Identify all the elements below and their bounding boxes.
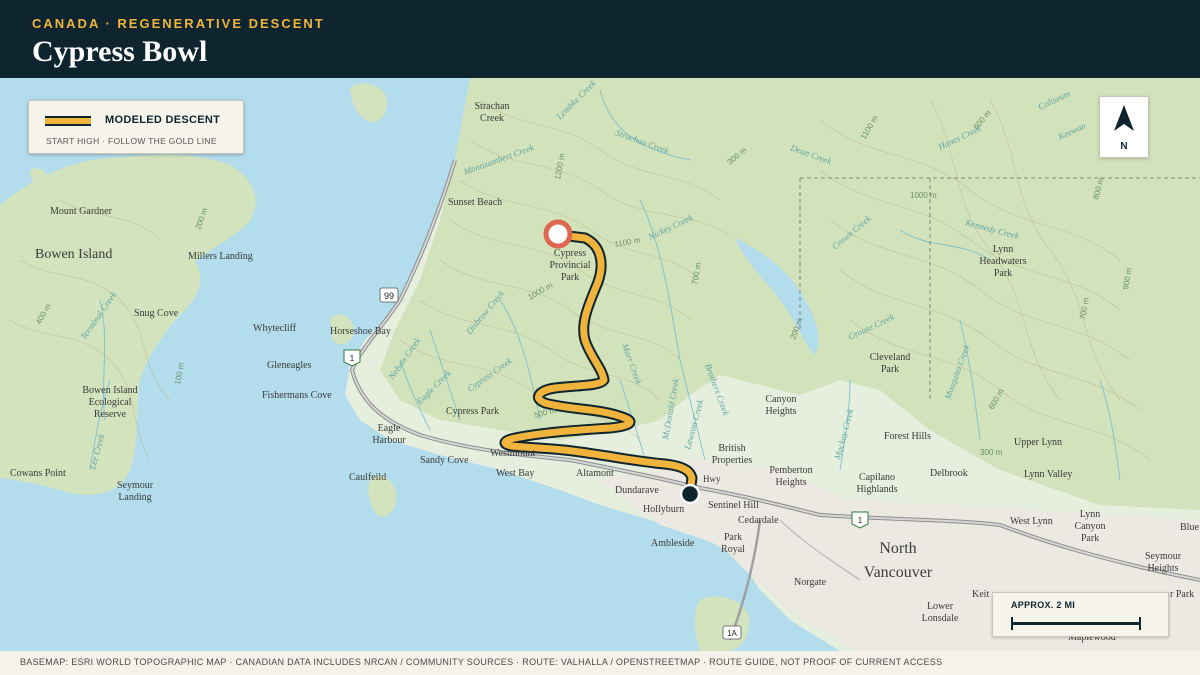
- label-seymour-heights-2: Heights: [1147, 563, 1178, 574]
- hwy-99-label: 99: [384, 291, 394, 301]
- label-strachan-creek-2: Creek: [480, 113, 504, 124]
- map-legend: MODELED DESCENT START HIGH · FOLLOW THE …: [28, 100, 244, 154]
- legend-label: MODELED DESCENT: [105, 114, 221, 126]
- label-cleveland-1: Cleveland: [870, 352, 911, 363]
- label-bowen-eco-3: Reserve: [94, 409, 127, 420]
- label-blue: Blue: [1180, 522, 1199, 533]
- page-title: Cypress Bowl: [32, 35, 208, 68]
- attribution-footer: BASEMAP: ESRI WORLD TOPOGRAPHIC MAP · CA…: [0, 651, 1200, 675]
- label-gleneagles: Gleneagles: [267, 360, 312, 371]
- label-cypress-prov-2: Provincial: [549, 260, 590, 271]
- hwy-1-label: 1: [350, 354, 355, 363]
- hwy-1a-shield: 1A: [722, 625, 742, 640]
- label-snug-cove: Snug Cove: [134, 308, 179, 319]
- label-millers-landing: Millers Landing: [188, 251, 253, 262]
- map-canvas[interactable]: 99 1 1 1A Bowen Island Mount Gardner Mil…: [0, 78, 1200, 651]
- label-bowen-island: Bowen Island: [35, 247, 112, 262]
- label-hwy: Hwy: [703, 474, 721, 484]
- label-west-lynn: West Lynn: [1010, 516, 1053, 527]
- label-whytecliff: Whytecliff: [253, 323, 297, 334]
- label-keith: Keit: [972, 589, 989, 600]
- label-cypress-prov-3: Park: [561, 272, 579, 283]
- label-sentinel-hill: Sentinel Hill: [708, 500, 759, 511]
- label-eagle-harbour-2: Harbour: [372, 435, 406, 446]
- label-altamont: Altamont: [576, 468, 614, 479]
- scale-bar: [1011, 617, 1141, 630]
- label-capilano-1: Capilano: [859, 472, 895, 483]
- label-cypress-prov-1: Cypress: [554, 248, 586, 259]
- label-horseshoe-bay: Horseshoe Bay: [330, 326, 391, 337]
- label-west-bay: West Bay: [496, 468, 534, 479]
- label-ambleside: Ambleside: [651, 538, 695, 549]
- label-british-props-2: Properties: [712, 455, 753, 466]
- label-forest-hills: Forest Hills: [884, 431, 931, 442]
- north-arrow-letter: N: [1120, 141, 1128, 152]
- label-lynn-hw-3: Park: [994, 268, 1012, 279]
- label-canyon-heights-2: Heights: [765, 406, 796, 417]
- label-dundarave: Dundarave: [615, 485, 659, 496]
- hwy-1-shield-east: 1: [851, 511, 869, 529]
- label-seymour-heights-1: Seymour: [1145, 551, 1182, 562]
- legend-subtitle: START HIGH · FOLLOW THE GOLD LINE: [46, 136, 217, 146]
- label-norgate: Norgate: [794, 577, 827, 588]
- contour-label: 300 m: [980, 448, 1003, 457]
- start-marker[interactable]: [543, 219, 573, 249]
- hwy-99-shield: 99: [379, 287, 399, 303]
- hwy-1-east-label: 1: [858, 516, 863, 525]
- end-marker[interactable]: [679, 483, 701, 505]
- north-arrow-icon: [1114, 105, 1134, 131]
- hwy-1-shield: 1: [343, 349, 361, 367]
- label-sandy-cove: Sandy Cove: [420, 455, 469, 466]
- label-cypress-park: Cypress Park: [446, 406, 499, 417]
- legend-route-swatch: [45, 116, 91, 126]
- topographic-map: 99 1 1 1A Bowen Island Mount Gardner Mil…: [0, 78, 1200, 651]
- label-north-vancouver-1: North: [879, 540, 916, 557]
- label-upper-lynn: Upper Lynn: [1014, 437, 1062, 448]
- label-pemberton-1: Pemberton: [769, 465, 812, 476]
- label-fishermans-cove: Fishermans Cove: [262, 390, 332, 401]
- label-lynn-hw-1: Lynn: [993, 244, 1014, 255]
- label-park-royal-2: Royal: [721, 544, 745, 555]
- label-lynn-hw-2: Headwaters: [979, 256, 1026, 267]
- north-arrow: N: [1099, 96, 1149, 158]
- label-british-props-1: British: [718, 443, 745, 454]
- label-seymour-landing-2: Landing: [118, 492, 151, 503]
- header-bar: CANADA · REGENERATIVE DESCENT Cypress Bo…: [0, 0, 1200, 78]
- label-delbrook: Delbrook: [930, 468, 968, 479]
- label-park-royal-1: Park: [724, 532, 742, 543]
- label-lynn-canyon-2: Canyon: [1074, 521, 1105, 532]
- label-lynn-canyon-1: Lynn: [1080, 509, 1101, 520]
- scale-bar-box: APPROX. 2 MI: [992, 592, 1169, 637]
- label-cedardale: Cedardale: [738, 515, 779, 526]
- label-sunset-beach: Sunset Beach: [448, 197, 502, 208]
- label-canyon-heights-1: Canyon: [765, 394, 796, 405]
- label-seymour-park: r Park: [1170, 589, 1194, 600]
- label-lower-lonsdale-2: Lonsdale: [922, 613, 959, 624]
- label-eagle-harbour-1: Eagle: [378, 423, 401, 434]
- label-caulfeild: Caulfeild: [349, 472, 386, 483]
- label-capilano-2: Highlands: [856, 484, 897, 495]
- label-bowen-eco-1: Bowen Island: [82, 385, 137, 396]
- label-seymour-landing-1: Seymour: [117, 480, 154, 491]
- label-strachan-creek-1: Strachan: [475, 101, 510, 112]
- label-cowans-point: Cowans Point: [10, 468, 66, 479]
- label-pemberton-2: Heights: [775, 477, 806, 488]
- label-cleveland-2: Park: [881, 364, 899, 375]
- hwy-1a-label: 1A: [727, 629, 737, 638]
- label-lower-lonsdale-1: Lower: [927, 601, 954, 612]
- label-lynn-valley: Lynn Valley: [1024, 469, 1072, 480]
- label-westmount: Westmount: [490, 448, 536, 459]
- label-bowen-eco-2: Ecological: [89, 397, 132, 408]
- label-lynn-canyon-3: Park: [1081, 533, 1099, 544]
- header-eyebrow: CANADA · REGENERATIVE DESCENT: [32, 16, 325, 31]
- label-hollyburn: Hollyburn: [643, 504, 684, 515]
- label-north-vancouver-2: Vancouver: [864, 564, 933, 581]
- scale-label: APPROX. 2 MI: [1011, 600, 1076, 610]
- label-mount-gardner: Mount Gardner: [50, 206, 113, 217]
- contour-label: 1000 m: [910, 191, 937, 200]
